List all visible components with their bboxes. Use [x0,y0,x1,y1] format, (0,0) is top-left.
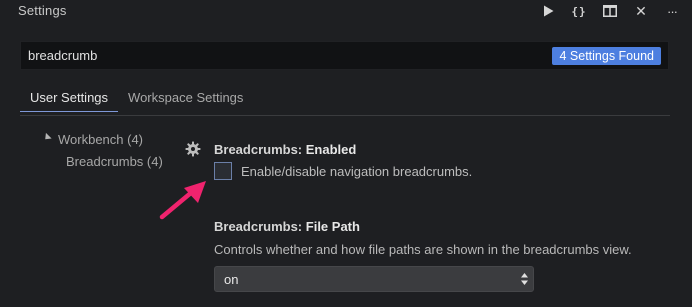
setting-checkbox-row: Enable/disable navigation breadcrumbs. [214,162,472,180]
settings-toc-tree: Workbench (4) Breadcrumbs (4) [42,132,163,176]
setting-breadcrumbs-enabled: Breadcrumbs: Enabled [214,142,356,157]
select-arrows-icon [521,273,528,285]
breadcrumbs-enabled-checkbox[interactable] [214,162,232,180]
setting-breadcrumbs-file-path: Breadcrumbs: File Path Controls whether … [214,219,632,257]
editor-actions: {} ✕ ··· [529,0,684,22]
setting-key: Enabled [305,142,357,157]
close-icon[interactable]: ✕ [629,0,653,22]
setting-category: Breadcrumbs: [214,219,303,234]
editor-title: Settings [18,3,67,18]
setting-description: Enable/disable navigation breadcrumbs. [241,163,473,179]
settings-tabs: User Settings Workspace Settings [20,88,253,114]
braces-icon[interactable]: {} [567,0,591,22]
setting-key: File Path [305,219,360,234]
toc-item-label: Breadcrumbs (4) [66,154,163,169]
gear-icon[interactable] [185,141,201,157]
select-value: on [224,272,239,287]
settings-search-input[interactable] [21,42,541,69]
settings-titlebar: Settings {} ✕ ··· [0,0,692,22]
file-path-select[interactable]: on [214,266,534,292]
setting-title: Breadcrumbs: Enabled [214,142,356,157]
chevron-down-icon [42,132,52,143]
tab-workspace-settings[interactable]: Workspace Settings [118,88,253,112]
pointer-arrow-icon [159,181,206,220]
settings-search-box: 4 Settings Found [20,41,669,70]
setting-category: Breadcrumbs: [214,142,303,157]
toc-item-workbench[interactable]: Workbench (4) [42,132,163,154]
setting-description: Controls whether and how file paths are … [214,242,632,257]
run-icon[interactable] [536,0,560,22]
tabs-divider [20,115,670,116]
tab-user-settings[interactable]: User Settings [20,88,119,112]
more-icon[interactable]: ··· [660,0,684,22]
toc-item-breadcrumbs[interactable]: Breadcrumbs (4) [42,154,163,176]
settings-count-badge: 4 Settings Found [552,47,661,65]
toc-item-label: Workbench (4) [58,132,144,147]
setting-title: Breadcrumbs: File Path [214,219,632,234]
split-editor-icon[interactable] [598,0,622,22]
